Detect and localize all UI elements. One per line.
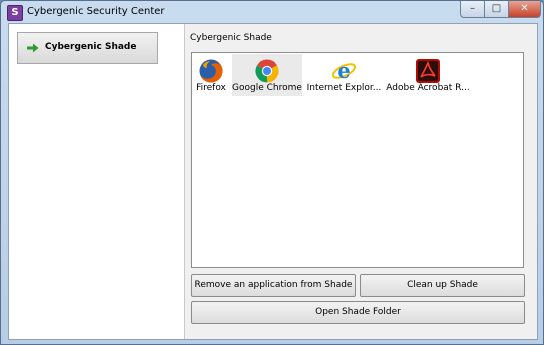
- section-title: Cybergenic Shade: [190, 33, 272, 43]
- sidebar: Cybergenic Shade: [9, 24, 185, 339]
- svg-text:e: e: [337, 58, 350, 83]
- app-item-label: Google Chrome: [232, 83, 302, 93]
- arrow-right-icon: [27, 43, 39, 53]
- adobe-acrobat-icon: [416, 59, 440, 83]
- app-logo-icon: S: [7, 5, 23, 21]
- title-bar[interactable]: S Cybergenic Security Center – □ ✕: [1, 1, 543, 23]
- app-item-firefox[interactable]: Firefox: [194, 54, 228, 96]
- app-item-adobe-acrobat[interactable]: Adobe Acrobat R...: [386, 54, 470, 96]
- window-title: Cybergenic Security Center: [27, 6, 165, 17]
- chrome-icon: [255, 59, 279, 83]
- clean-up-shade-button[interactable]: Clean up Shade: [360, 274, 525, 297]
- close-button[interactable]: ✕: [509, 1, 541, 18]
- firefox-icon: [199, 59, 223, 83]
- app-item-label: Adobe Acrobat R...: [386, 83, 470, 93]
- maximize-button[interactable]: □: [485, 1, 509, 18]
- internet-explorer-icon: e: [331, 58, 357, 83]
- remove-application-button[interactable]: Remove an application from Shade: [191, 274, 356, 297]
- app-window: S Cybergenic Security Center – □ ✕ Cyber…: [0, 0, 544, 345]
- shaded-app-list[interactable]: Firefox Google Chrome e Internet Explor.…: [191, 52, 524, 268]
- app-item-internet-explorer[interactable]: e Internet Explor...: [306, 54, 382, 96]
- minimize-button[interactable]: –: [460, 1, 485, 18]
- client-area: Cybergenic Shade Cybergenic Shade Firefo…: [8, 23, 538, 340]
- app-item-google-chrome[interactable]: Google Chrome: [232, 54, 302, 96]
- app-item-label: Firefox: [196, 83, 226, 93]
- sidebar-item-cybergenic-shade[interactable]: Cybergenic Shade: [17, 32, 158, 64]
- app-item-label: Internet Explor...: [306, 83, 382, 93]
- open-shade-folder-button[interactable]: Open Shade Folder: [191, 301, 525, 324]
- sidebar-item-label: Cybergenic Shade: [45, 42, 137, 52]
